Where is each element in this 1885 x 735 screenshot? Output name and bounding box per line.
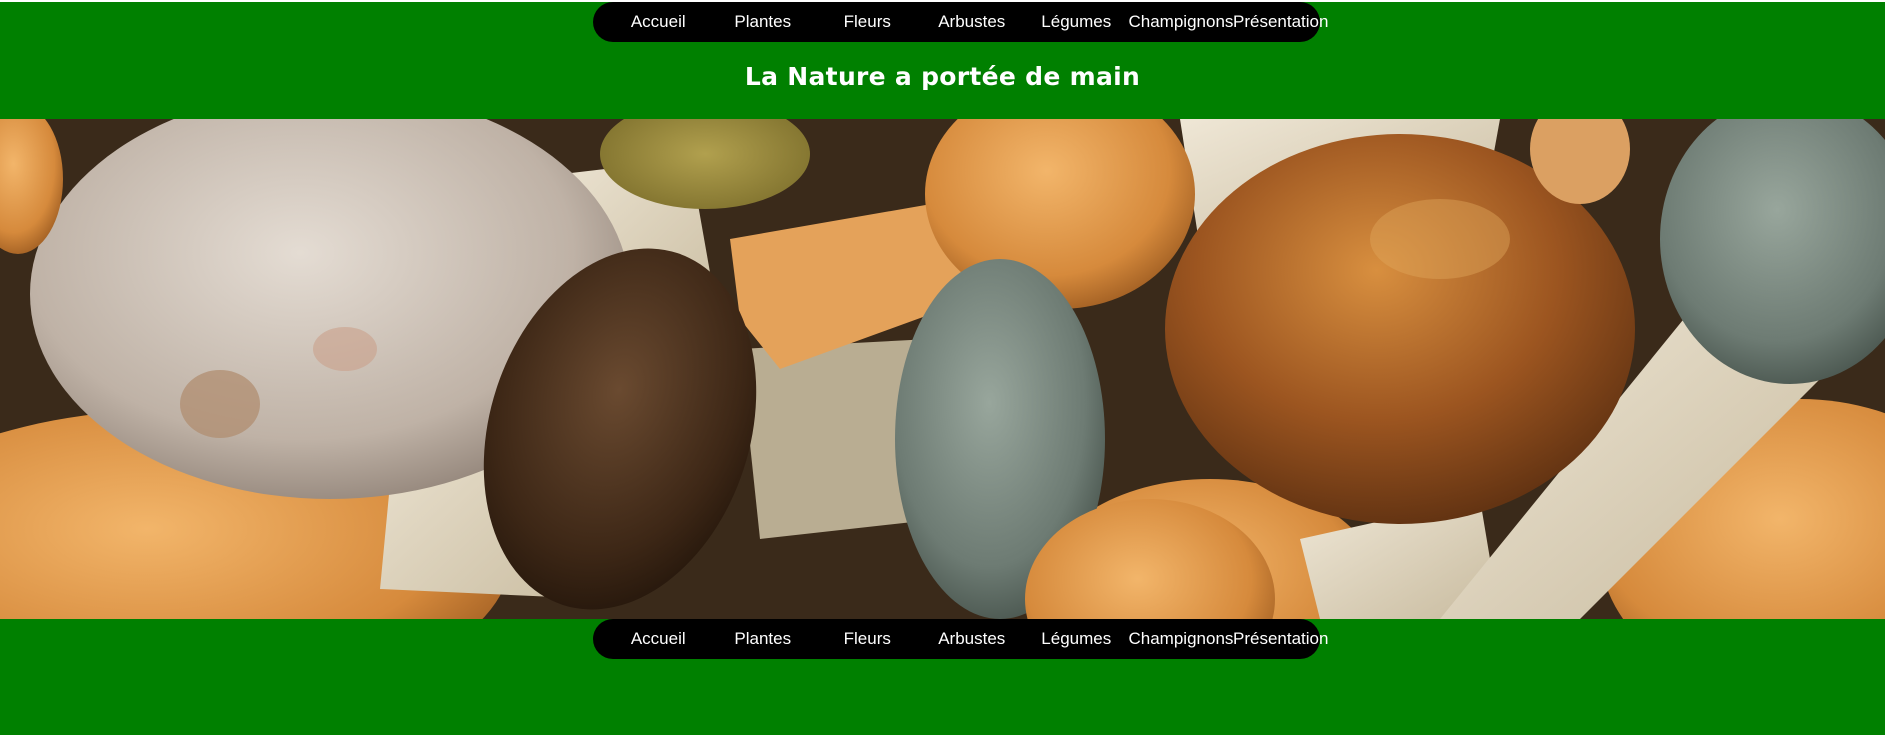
nav-link-plantes[interactable]: Plantes [711,12,816,32]
site-title: La Nature a portée de main [744,62,1141,91]
nav-link-fleurs[interactable]: Fleurs [815,12,920,32]
nav-link-legumes[interactable]: Légumes [1024,629,1129,649]
mushroom-banner-image [0,119,1885,619]
top-navigation-bar: Accueil Plantes Fleurs Arbustes Légumes … [593,2,1328,42]
nav-link-arbustes[interactable]: Arbustes [920,629,1025,649]
nav-link-fleurs[interactable]: Fleurs [815,629,920,649]
nav-link-champignons[interactable]: Champignons [1129,12,1234,32]
nav-link-accueil[interactable]: Accueil [606,629,711,649]
nav-link-champignons[interactable]: Champignons [1129,629,1234,649]
nav-link-presentation[interactable]: Présentation [1233,629,1328,649]
nav-link-arbustes[interactable]: Arbustes [920,12,1025,32]
nav-link-accueil[interactable]: Accueil [606,12,711,32]
nav-link-legumes[interactable]: Légumes [1024,12,1129,32]
nav-link-presentation[interactable]: Présentation [1233,12,1328,32]
page-background: Accueil Plantes Fleurs Arbustes Légumes … [0,2,1885,735]
bottom-navigation-bar: Accueil Plantes Fleurs Arbustes Légumes … [593,619,1328,659]
nav-link-plantes[interactable]: Plantes [711,629,816,649]
